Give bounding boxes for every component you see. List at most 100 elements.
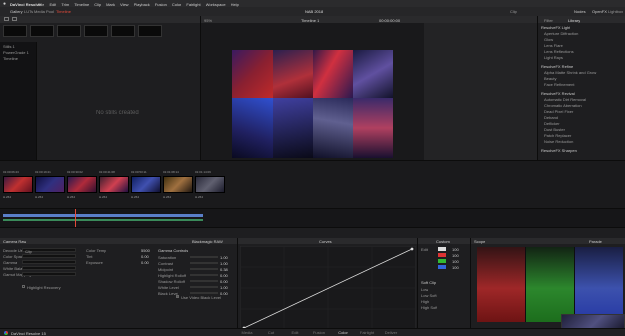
- menu-color[interactable]: Color: [172, 2, 182, 7]
- fx-section-title[interactable]: ResolveFX Light: [541, 25, 570, 30]
- fx-item[interactable]: Chromatic Aberration: [544, 103, 624, 108]
- use-video-black-checkbox[interactable]: [176, 295, 179, 298]
- still-slot[interactable]: [138, 25, 162, 37]
- fx-item[interactable]: Glow: [544, 37, 624, 42]
- gamma-row-slider[interactable]: [190, 256, 218, 258]
- fx-item[interactable]: Alpha Matte Shrink and Grow: [544, 70, 624, 75]
- list-view-icon[interactable]: [4, 17, 9, 21]
- exposure-value[interactable]: 0.00: [141, 260, 149, 265]
- green-channel[interactable]: [438, 259, 446, 263]
- menu-workspace[interactable]: Workspace: [206, 2, 226, 7]
- gamma-row-slider[interactable]: [190, 268, 218, 270]
- still-slot[interactable]: [84, 25, 108, 37]
- menu-view[interactable]: View: [120, 2, 129, 7]
- menu-timeline[interactable]: Timeline: [74, 2, 89, 7]
- clip-thumbnail[interactable]: [131, 176, 161, 193]
- fx-item[interactable]: Beauty: [544, 76, 624, 81]
- page-tab-color[interactable]: Color: [332, 330, 354, 335]
- page-tab-cut[interactable]: Cut: [260, 330, 282, 335]
- menu-edit[interactable]: Edit: [49, 2, 56, 7]
- menu-mark[interactable]: Mark: [106, 2, 115, 7]
- album-item[interactable]: Stills 1: [3, 44, 15, 49]
- timeline-clip-track[interactable]: [3, 214, 203, 217]
- fx-item[interactable]: Deflicker: [544, 121, 624, 126]
- red-channel[interactable]: [438, 253, 446, 257]
- still-slot[interactable]: [3, 25, 27, 37]
- fx-item[interactable]: Dead Pixel Fixer: [544, 109, 624, 114]
- clip-thumbnail[interactable]: [35, 176, 65, 193]
- fx-item[interactable]: Aperture Diffraction: [544, 31, 624, 36]
- fx-item[interactable]: Light Rays: [544, 55, 624, 60]
- still-slot[interactable]: [30, 25, 54, 37]
- page-tab-edit[interactable]: Edit: [284, 330, 306, 335]
- color-space-select[interactable]: [22, 254, 76, 258]
- fx-item[interactable]: Lens Flare: [544, 43, 624, 48]
- menu-file[interactable]: File: [38, 2, 44, 7]
- still-slot[interactable]: [57, 25, 81, 37]
- fx-item[interactable]: Dust Buster: [544, 127, 624, 132]
- page-tab-fairlight[interactable]: Fairlight: [356, 330, 378, 335]
- zoom-level[interactable]: 95%: [204, 18, 212, 23]
- gamut-select[interactable]: [22, 272, 76, 276]
- clip-mode[interactable]: Clip: [510, 9, 517, 14]
- luma-channel[interactable]: [438, 247, 446, 251]
- fx-item[interactable]: Face Refinement: [544, 82, 624, 87]
- fx-item[interactable]: Automatic Dirt Removal: [544, 97, 624, 102]
- menu-playback[interactable]: Playback: [134, 2, 150, 7]
- tab-library[interactable]: Library: [568, 18, 580, 23]
- fx-item[interactable]: Patch Replacer: [544, 133, 624, 138]
- fx-item[interactable]: Noise Reduction: [544, 139, 624, 144]
- page-tab-deliver[interactable]: Deliver: [380, 330, 402, 335]
- album-item[interactable]: Timeline: [3, 56, 18, 61]
- menu-fusion[interactable]: Fusion: [155, 2, 167, 7]
- fx-section-title[interactable]: ResolveFX Revival: [541, 91, 575, 96]
- page-tab-fusion[interactable]: Fusion: [308, 330, 330, 335]
- tint-value[interactable]: 0.00: [141, 254, 149, 259]
- gamma-row-slider[interactable]: [190, 274, 218, 276]
- clip-thumbnail[interactable]: [3, 176, 33, 193]
- menu-clip[interactable]: Clip: [94, 2, 101, 7]
- clip-thumbnail[interactable]: [195, 176, 225, 193]
- menu-help[interactable]: Help: [231, 2, 239, 7]
- scope-mode[interactable]: Parade: [589, 239, 602, 244]
- page-tab-media[interactable]: Media: [236, 330, 258, 335]
- timeline-toggle[interactable]: Timeline: [56, 9, 71, 14]
- gamma-row-slider[interactable]: [190, 286, 218, 288]
- clip-thumbnail[interactable]: [99, 176, 129, 193]
- gamma-row-value[interactable]: 0.00: [220, 279, 228, 284]
- gamma-select[interactable]: [22, 260, 76, 264]
- color-temp-value[interactable]: 5500: [141, 248, 150, 253]
- fx-section-title[interactable]: ResolveFX Refine: [541, 64, 573, 69]
- gamma-row-value[interactable]: 1.00: [220, 285, 228, 290]
- decode-using-select[interactable]: Clip: [22, 248, 76, 254]
- fx-item[interactable]: Lens Reflections: [544, 49, 624, 54]
- gallery-toggle[interactable]: Gallery: [10, 9, 23, 14]
- clip-thumbnail[interactable]: [163, 176, 193, 193]
- menu-fairlight[interactable]: Fairlight: [186, 2, 200, 7]
- openfx-toggle[interactable]: OpenFX: [592, 9, 607, 14]
- album-item[interactable]: PowerGrade 1: [3, 50, 29, 55]
- menu-app-name[interactable]: DaVinci Resolve: [10, 2, 41, 7]
- white-balance-select[interactable]: [22, 266, 76, 270]
- video-frame[interactable]: [232, 50, 393, 158]
- luts-toggle[interactable]: LUTs: [24, 9, 33, 14]
- fx-section-title[interactable]: ResolveFX Sharpen: [541, 148, 577, 153]
- still-slot[interactable]: [111, 25, 135, 37]
- playhead[interactable]: [75, 209, 76, 228]
- gamma-row-value[interactable]: 1.00: [220, 255, 228, 260]
- grid-view-icon[interactable]: [12, 17, 17, 21]
- gamma-row-value[interactable]: 0.38: [220, 267, 228, 272]
- lightbox-toggle[interactable]: Lightbox: [608, 9, 623, 14]
- fx-item[interactable]: Deband: [544, 115, 624, 120]
- menu-trim[interactable]: Trim: [61, 2, 69, 7]
- nodes-toggle[interactable]: Nodes: [574, 9, 586, 14]
- timeline-name[interactable]: Timeline 1: [301, 18, 319, 23]
- curve-graph[interactable]: [240, 246, 416, 330]
- gamma-row-value[interactable]: 1.00: [220, 261, 228, 266]
- gamma-row-slider[interactable]: [190, 280, 218, 282]
- gamma-row-value[interactable]: 0.00: [220, 273, 228, 278]
- clip-thumbnail[interactable]: [67, 176, 97, 193]
- tab-filter[interactable]: Filter: [544, 18, 553, 23]
- media-pool-toggle[interactable]: Media Pool: [34, 9, 54, 14]
- highlight-recovery-checkbox[interactable]: [22, 285, 25, 288]
